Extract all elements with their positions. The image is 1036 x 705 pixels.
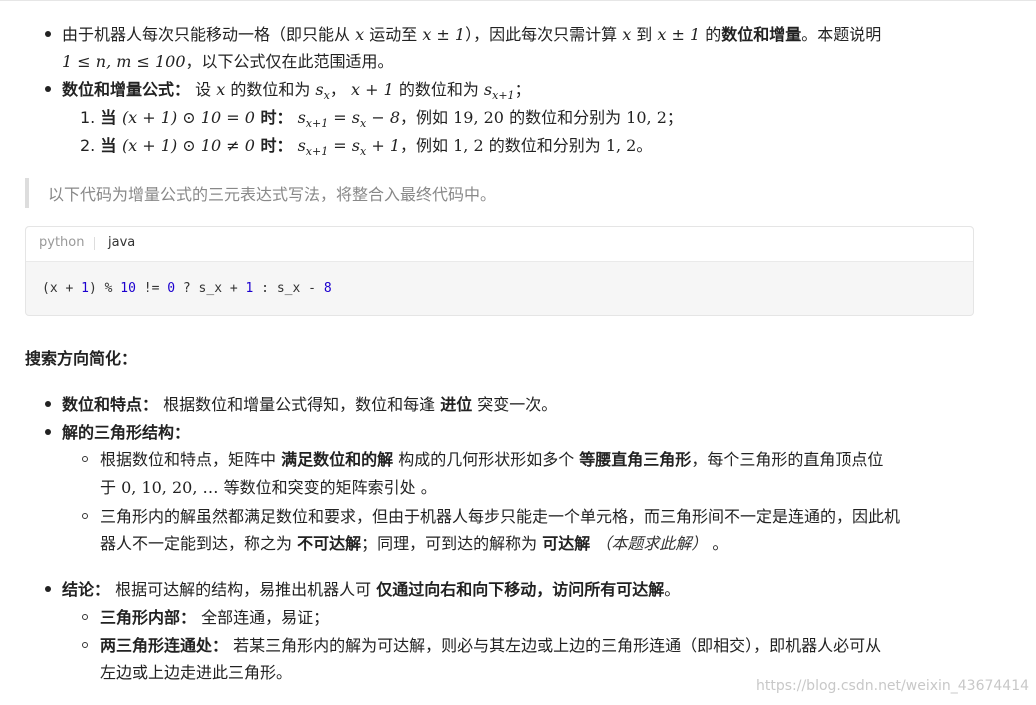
math-x-pm1: x ± 1 [657,25,701,44]
math-eq2: sx+1 = sx + 1 [297,136,400,159]
bold-text: 数位和增量公式： [62,80,191,99]
math-ex2: 1, 2 [453,136,484,155]
list-number: 1. [80,108,96,127]
math-ex1: 19, 20 [453,108,504,127]
watermark: https://blog.csdn.net/weixin_43674414 [756,678,1030,694]
top-divider [0,0,1036,1]
text: 的 [700,25,722,44]
sub-item-inside: 三角形内部： 全部连通，易证； [100,608,330,627]
code-line: (x + 1) % 10 != 0 ? s_x + 1 : s_x - 8 [42,281,332,296]
text: 运动至 [364,25,423,44]
section-title: 搜索方向简化： [25,349,138,368]
math-x: x [622,25,632,44]
text: ， [329,80,351,99]
bullet-dot [45,31,51,37]
math-x: x [355,25,365,44]
math-eq1: sx+1 = sx − 8 [297,108,400,131]
sub-item-connection: 两三角形连通处： 若某三角形内的解为可达解，则必与其左边或上边的三角形连通（即相… [100,636,882,655]
sub-item-reachable-line2: 器人不一定能到达，称之为 不可达解；同理，可到达的解称为 可达解 （本题求此解）… [100,534,729,553]
code-tabs: python java [26,227,973,262]
math-sx1: sx+1 [483,80,515,103]
math-sx: sx [315,80,330,103]
math-x-plus1: x + 1 [350,80,394,99]
bold-text: 数位和增量 [721,25,802,44]
math-ex1-res: 10, 2 [626,108,667,127]
list-item-feature: 数位和特点： 根据数位和增量公式得知，数位和每逢 进位 突变一次。 [62,391,557,418]
text: 的数位和为 [393,80,484,99]
text: 的数位和分别为 [503,108,627,127]
math-x: x [216,80,226,99]
sub-item-triangle-shape-line2: 于 0, 10, 20, … 等数位和突变的矩阵索引处 。 [100,478,437,497]
text: ，例如 [400,108,454,127]
sub-item-connection-line2: 左边或上边走进此三角形。 [100,663,293,682]
blockquote-bar [25,178,29,208]
bullet-ring [82,614,88,620]
text: 的数位和分别为 [483,136,606,155]
bullet-dot [45,401,51,407]
text: 设 [190,80,217,99]
text: 突变一次。 [472,395,558,414]
bullet-dot [45,429,51,435]
bold-text: 解的三角形结构： [62,423,191,442]
math-x-pm1: x ± 1 [422,25,466,44]
tab-separator [94,237,95,250]
tab-python[interactable]: python [39,235,84,250]
math-seq: 0, 10, 20, … [121,478,219,497]
tab-java[interactable]: java [108,235,135,250]
list-item-movement: 由于机器人每次只能移动一格（即只能从 x 运动至 x ± 1），因此每次只需计算… [62,21,881,48]
list-item-conclusion: 结论： 根据可达解的结构，易推出机器人可 仅通过向右和向下移动，访问所有可达解。 [62,580,681,599]
sub-item-triangle-shape: 根据数位和特点，矩阵中 满足数位和的解 构成的几何形状形如多个 等腰直角三角形，… [100,450,884,469]
bold-text: 进位 [440,395,473,414]
bold-text: 时： [254,136,293,155]
text: ； [514,80,531,99]
bullet-dot [45,586,51,592]
text: ； [666,108,683,127]
bullet-ring [82,642,88,648]
text: ，以下公式仅在此范围适用。 [185,52,394,71]
list-item-triangle: 解的三角形结构： [62,419,190,446]
formula-case-2: 2. 当 (x + 1) ⊙ 10 ≠ 0 时： sx+1 = sx + 1，例… [80,132,652,165]
text: 。 [636,136,653,155]
list-number: 2. [80,136,96,155]
bold-text: 当 [100,108,122,127]
text: 的数位和为 [225,80,316,99]
math-range: 1 ≤ n, m ≤ 100 [62,52,186,71]
text: 根据数位和增量公式得知，数位和每逢 [158,395,441,414]
bullet-ring [82,513,88,519]
bold-text: 当 [100,136,122,155]
sub-item-reachable: 三角形内的解虽然都满足数位和要求，但由于机器人每步只能走一个单元格，而三角形间不… [100,507,901,526]
math-cond2: (x + 1) ⊙ 10 ≠ 0 [121,136,255,155]
text: 由于机器人每次只能移动一格（即只能从 [62,25,356,44]
code-block: python java (x + 1) % 10 != 0 ? s_x + 1 … [25,226,974,316]
list-item-movement-line2: 1 ≤ n, m ≤ 100，以下公式仅在此范围适用。 [62,48,394,75]
math-cond1: (x + 1) ⊙ 10 = 0 [121,108,255,127]
blockquote-text: 以下代码为增量公式的三元表达式写法，将整合入最终代码中。 [48,185,497,204]
math-ex2-res: 1, 2 [605,136,637,155]
bullet-dot [45,86,51,92]
bold-text: 数位和特点： [62,395,159,414]
text: ，例如 [400,136,454,155]
bullet-ring [82,456,88,462]
text: ），因此每次只需计算 [465,25,623,44]
text: 到 [631,25,658,44]
text: 。本题说明 [801,25,882,44]
bold-text: 时： [254,108,293,127]
